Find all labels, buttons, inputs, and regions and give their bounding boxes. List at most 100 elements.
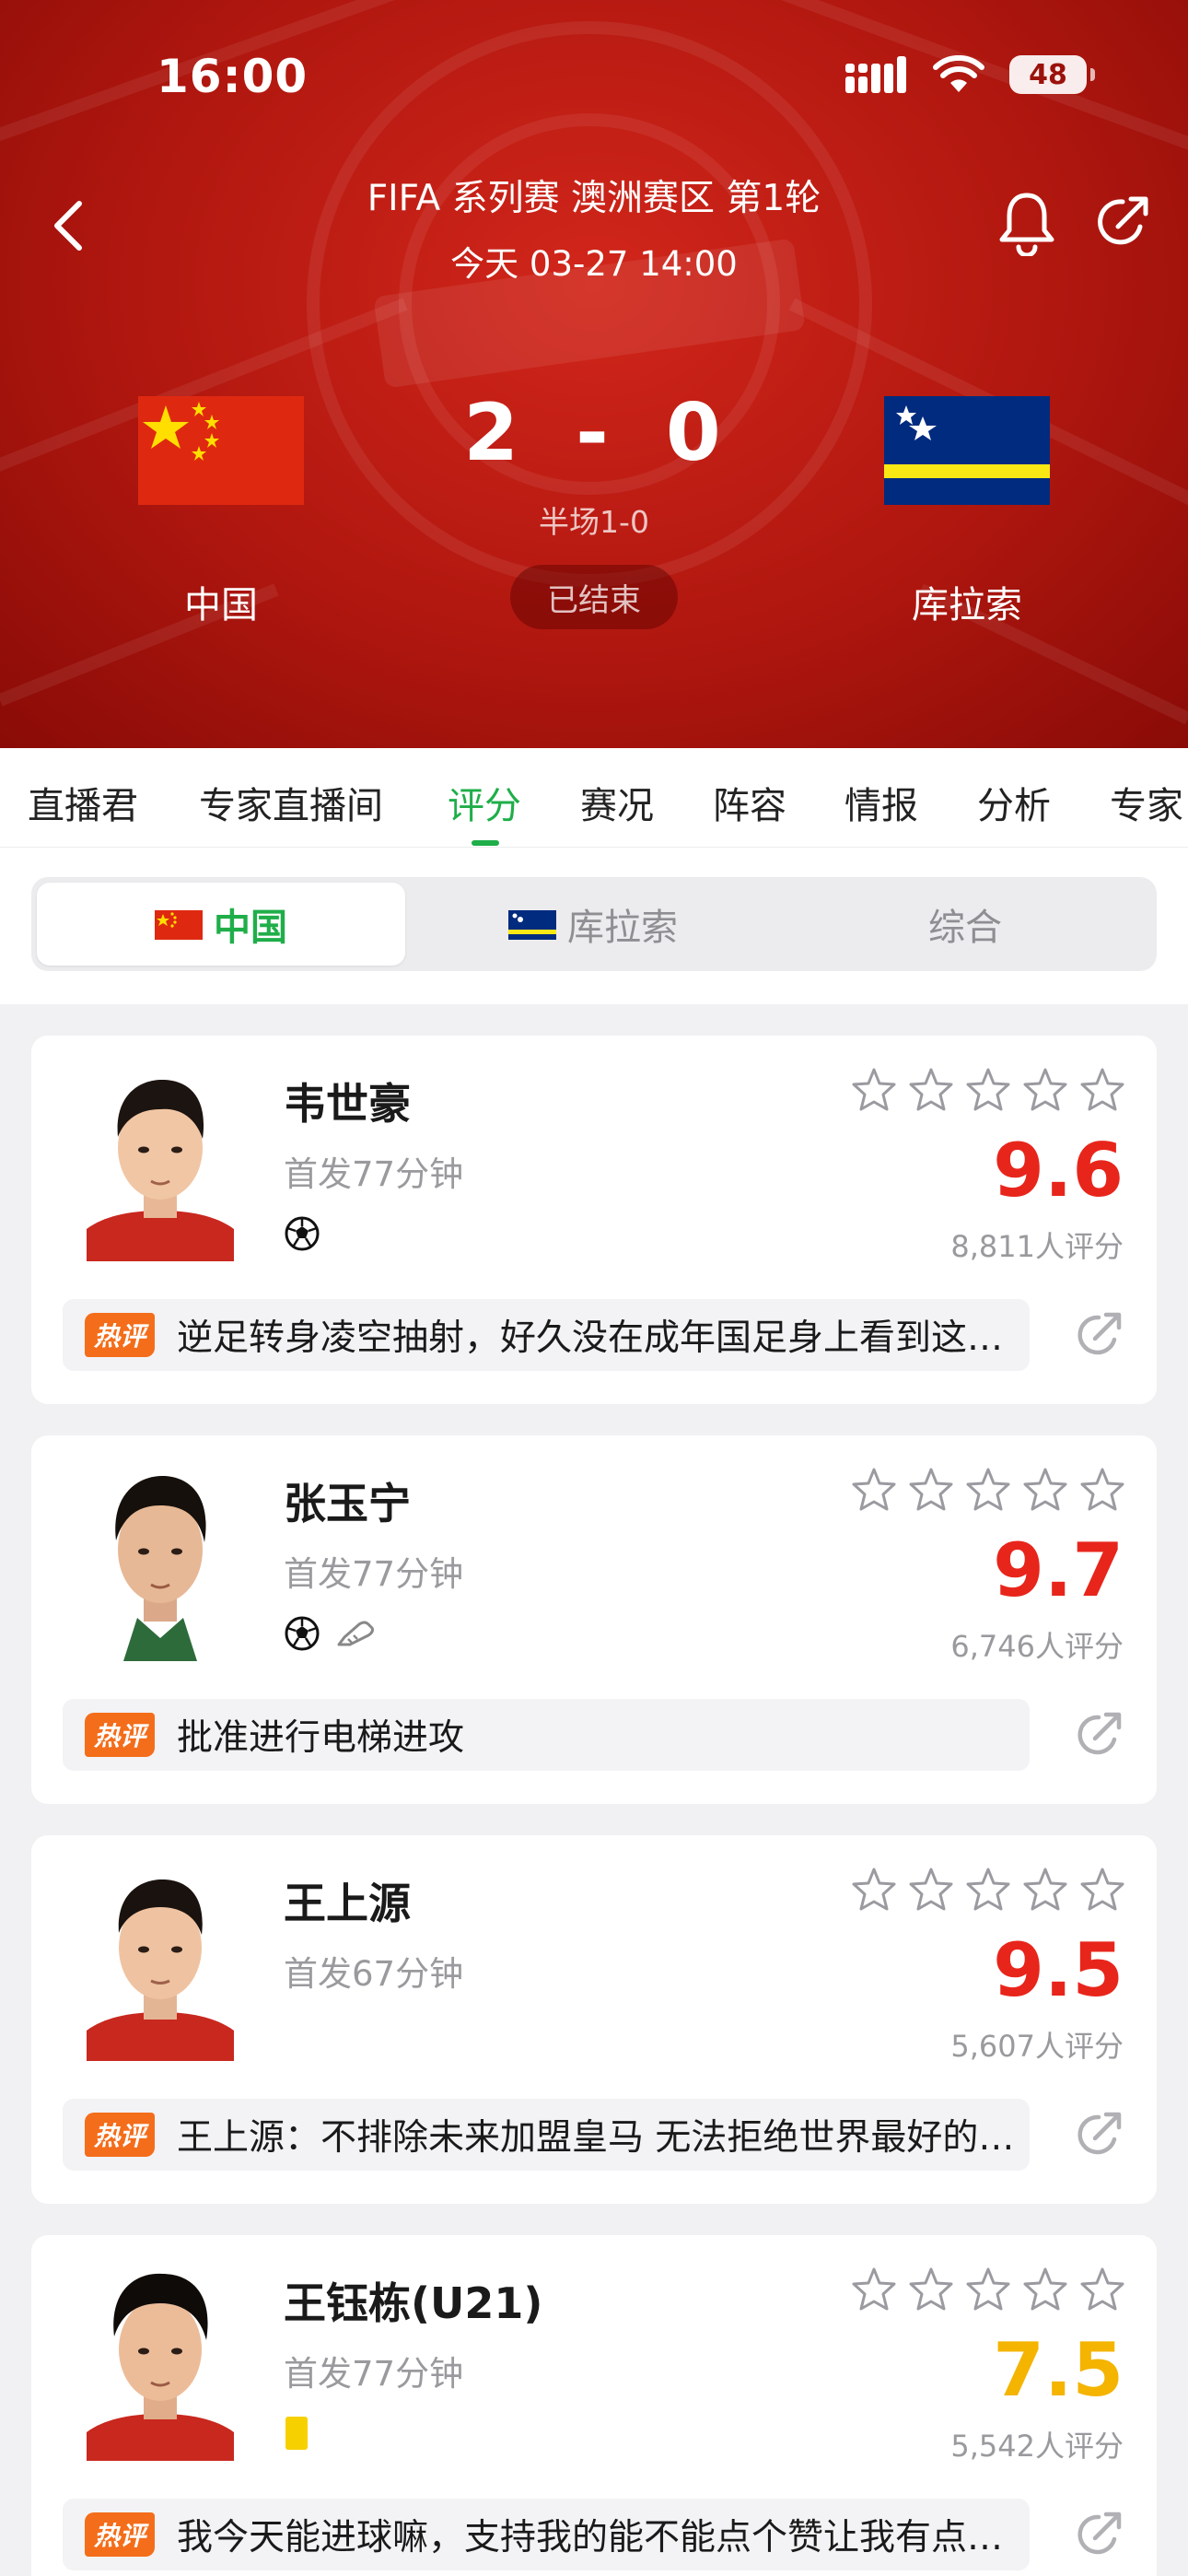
share-icon[interactable] <box>1072 2508 1125 2561</box>
player-name: 张玉宁 <box>284 1479 411 1528</box>
segment-away-label: 库拉索 <box>567 907 678 949</box>
home-team-name[interactable]: 中国 <box>83 575 359 628</box>
player-rating: 9.6 <box>993 1128 1124 1213</box>
share-icon[interactable] <box>1072 2108 1125 2161</box>
star-outline-icon[interactable] <box>908 1867 954 1913</box>
football-icon <box>285 1216 320 1251</box>
segment-home-team[interactable]: 中国 <box>37 883 405 966</box>
player-name: 王上源 <box>284 1879 411 1928</box>
rating-count: 6,746人评分 <box>950 1629 1124 1664</box>
match-status-badge: 已结束 <box>510 565 678 629</box>
star-outline-icon[interactable] <box>965 2266 1011 2313</box>
star-outline-icon[interactable] <box>1022 1467 1068 1513</box>
star-outline-icon[interactable] <box>851 1067 897 1113</box>
player-avatar <box>87 2263 234 2461</box>
curacao-flag-icon <box>508 908 556 940</box>
player-minutes: 首发77分钟 <box>284 2354 464 2394</box>
player-rating: 9.5 <box>993 1927 1124 2013</box>
rate-stars[interactable] <box>851 1867 1125 1913</box>
star-outline-icon[interactable] <box>1079 1467 1125 1513</box>
player-card[interactable]: 王钰栋(U21) 首发77分钟 7.5 5,542人评分 热评 我今天能进球嘛，… <box>31 2235 1157 2576</box>
hot-comment[interactable]: 热评 逆足转身凌空抽射，好久没在成年国足身上看到这种进球了 <box>63 1299 1030 1371</box>
battery-indicator: 48 <box>1009 55 1095 94</box>
star-outline-icon[interactable] <box>1079 1867 1125 1913</box>
header-background-pattern <box>0 0 1188 725</box>
share-icon[interactable] <box>1072 1708 1125 1762</box>
china-flag-icon <box>155 908 203 940</box>
player-card[interactable]: 张玉宁 首发77分钟 9.7 6,746人评分 热评 批准进行电梯进攻 <box>31 1435 1157 1804</box>
star-outline-icon[interactable] <box>965 1067 1011 1113</box>
tab-bar: 直播君 专家直播间 评分 赛况 阵容 情报 分析 专家 <box>0 748 1188 848</box>
rating-count: 8,811人评分 <box>950 1229 1124 1264</box>
player-name: 韦世豪 <box>284 1079 411 1129</box>
half-time-score: 半场1-0 <box>539 504 649 540</box>
star-outline-icon[interactable] <box>851 2266 897 2313</box>
hot-comment[interactable]: 热评 批准进行电梯进攻 <box>63 1699 1030 1771</box>
player-events <box>284 2410 309 2456</box>
cellular-signal-icon <box>845 56 906 93</box>
hot-comment[interactable]: 热评 王上源：不排除未来加盟皇马 无法拒绝世界最好的俱乐部 <box>63 2099 1030 2171</box>
hot-comment-badge: 热评 <box>85 2512 156 2557</box>
yellow-card-icon <box>285 2417 308 2450</box>
notification-button[interactable] <box>996 190 1057 258</box>
match-rating-page: 16:00 48 FIFA 系列赛 澳洲赛区 第1轮 今天 03-27 14:0… <box>0 0 1188 2576</box>
tab-analysis[interactable]: 分析 <box>977 776 1051 829</box>
bell-icon <box>999 193 1054 258</box>
match-header: 16:00 48 FIFA 系列赛 澳洲赛区 第1轮 今天 03-27 14:0… <box>0 0 1188 748</box>
status-icons: 48 <box>845 55 1095 94</box>
star-outline-icon[interactable] <box>1079 2266 1125 2313</box>
tab-expert-live[interactable]: 专家直播间 <box>199 776 383 829</box>
home-score: 2 <box>463 387 523 479</box>
share-icon[interactable] <box>1072 1308 1125 1362</box>
star-outline-icon[interactable] <box>1022 1067 1068 1113</box>
star-outline-icon[interactable] <box>851 1867 897 1913</box>
tab-ratings[interactable]: 评分 <box>448 776 521 829</box>
hot-comment-text: 我今天能进球嘛，支持我的能不能点个赞让我有点信心 <box>177 2517 1025 2558</box>
segment-overall-label: 综合 <box>928 907 1002 949</box>
star-outline-icon[interactable] <box>965 1867 1011 1913</box>
player-rating: 9.7 <box>993 1528 1124 1613</box>
score-separator: - <box>576 387 612 479</box>
tab-lineup[interactable]: 阵容 <box>713 776 786 829</box>
star-outline-icon[interactable] <box>1022 1867 1068 1913</box>
hot-comment[interactable]: 热评 我今天能进球嘛，支持我的能不能点个赞让我有点信心 <box>63 2499 1030 2570</box>
star-outline-icon[interactable] <box>1022 2266 1068 2313</box>
player-card[interactable]: 韦世豪 首发77分钟 9.6 8,811人评分 热评 逆足转身凌空抽射，好久没在… <box>31 1036 1157 1404</box>
tab-live-host[interactable]: 直播君 <box>28 776 138 829</box>
star-outline-icon[interactable] <box>908 2266 954 2313</box>
star-outline-icon[interactable] <box>851 1467 897 1513</box>
rate-stars[interactable] <box>851 1467 1125 1513</box>
rate-stars[interactable] <box>851 2266 1125 2313</box>
star-outline-icon[interactable] <box>908 1067 954 1113</box>
share-button[interactable] <box>1092 192 1153 252</box>
away-team-flag <box>884 396 1050 505</box>
rating-count: 5,542人评分 <box>950 2429 1124 2464</box>
star-outline-icon[interactable] <box>965 1467 1011 1513</box>
segment-overall[interactable]: 综合 <box>781 883 1149 966</box>
hot-comment-text: 王上源：不排除未来加盟皇马 无法拒绝世界最好的俱乐部 <box>177 2117 1025 2159</box>
star-outline-icon[interactable] <box>908 1467 954 1513</box>
hot-comment-badge: 热评 <box>85 1313 156 1357</box>
player-name: 王钰栋(U21) <box>284 2278 543 2328</box>
team-segment-control: 中国 库拉索 综合 <box>31 877 1157 971</box>
player-avatar <box>87 1063 234 1261</box>
away-team-name[interactable]: 库拉索 <box>829 575 1105 628</box>
segment-away-team[interactable]: 库拉索 <box>409 883 777 966</box>
away-score: 0 <box>665 387 725 479</box>
rate-stars[interactable] <box>851 1067 1125 1113</box>
player-events <box>284 1211 320 1257</box>
star-outline-icon[interactable] <box>1079 1067 1125 1113</box>
football-icon <box>285 1616 320 1651</box>
status-time: 16:00 <box>157 50 309 103</box>
player-events <box>284 1610 376 1657</box>
tab-intel[interactable]: 情报 <box>844 776 918 829</box>
player-card[interactable]: 王上源 首发67分钟 9.5 5,607人评分 热评 王上源：不排除未来加盟皇马… <box>31 1835 1157 2204</box>
hot-comment-text: 批准进行电梯进攻 <box>177 1717 465 1759</box>
tab-expert[interactable]: 专家 <box>1110 776 1183 829</box>
tab-match-events[interactable]: 赛况 <box>580 776 654 829</box>
share-icon <box>1098 196 1148 245</box>
assist-boot-icon <box>337 1621 374 1646</box>
segment-home-label: 中国 <box>214 907 287 949</box>
hot-comment-badge: 热评 <box>85 1713 156 1757</box>
player-avatar <box>87 1463 234 1661</box>
